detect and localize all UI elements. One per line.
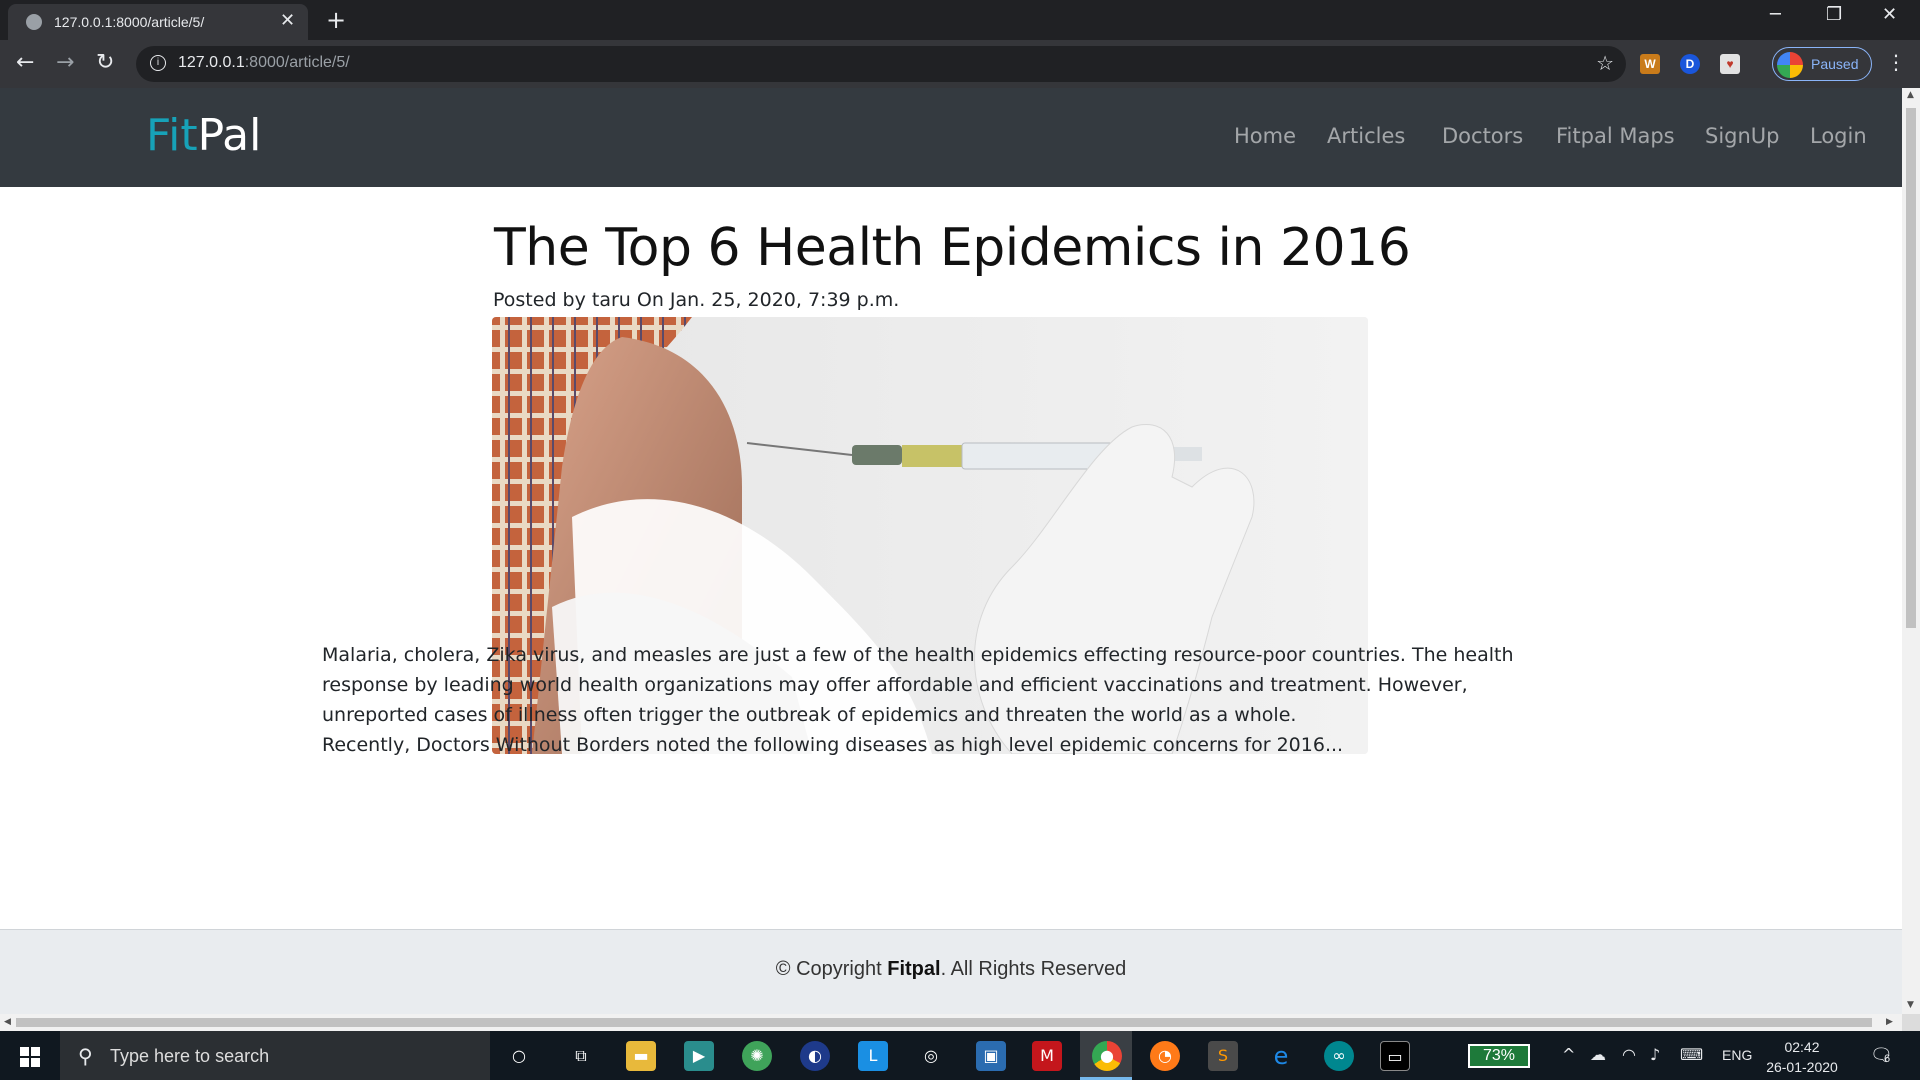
globe-app-icon[interactable]: ◐ <box>800 1041 830 1071</box>
page-viewport: FitPal Home Articles Doctors Fitpal Maps… <box>0 88 1902 1014</box>
horizontal-scroll-thumb[interactable] <box>16 1018 1872 1027</box>
browser-tab[interactable]: 127.0.0.1:8000/article/5/ ✕ <box>8 4 308 40</box>
bookmark-star-icon[interactable]: ☆ <box>1596 51 1614 75</box>
remote-desktop-icon[interactable]: ▣ <box>976 1041 1006 1071</box>
media-player-icon[interactable]: ▶ <box>684 1041 714 1071</box>
scroll-corner <box>1902 1014 1920 1031</box>
clock-time: 02:42 <box>1784 1039 1820 1055</box>
nav-signup[interactable]: SignUp <box>1705 124 1780 148</box>
keyboard-icon[interactable]: ⌨ <box>1680 1045 1703 1064</box>
site-navbar: FitPal Home Articles Doctors Fitpal Maps… <box>0 88 1902 187</box>
clock-date: 26-01-2020 <box>1766 1059 1838 1075</box>
article-title: The Top 6 Health Epidemics in 2016 <box>494 218 1411 278</box>
new-tab-button[interactable]: + <box>326 6 346 34</box>
nav-fitpal-maps[interactable]: Fitpal Maps <box>1556 124 1675 148</box>
sublime-text-icon[interactable]: S <box>1208 1041 1238 1071</box>
extension-w-icon[interactable]: W <box>1640 54 1660 74</box>
menu-kebab-icon[interactable]: ⋮ <box>1886 50 1906 74</box>
chevron-up-icon[interactable]: ^ <box>1562 1045 1575 1064</box>
volume-icon[interactable]: ♪ <box>1650 1045 1660 1064</box>
window-close-icon[interactable]: ✕ <box>1882 4 1897 25</box>
arduino-icon[interactable]: ∞ <box>1324 1041 1354 1071</box>
footer-copyright: © Copyright Fitpal. All Rights Reserved <box>775 958 1127 980</box>
vertical-scrollbar[interactable]: ▲ ▼ <box>1902 88 1920 1014</box>
cortana-icon[interactable]: ○ <box>504 1041 534 1071</box>
profile-status: Paused <box>1811 56 1859 72</box>
task-view-icon[interactable]: ⧉ <box>566 1041 596 1071</box>
onedrive-cloud-icon[interactable]: ☁ <box>1590 1045 1606 1064</box>
address-url: 127.0.0.1:8000/article/5/ <box>178 54 350 71</box>
mcafee-icon[interactable]: M <box>1032 1041 1062 1071</box>
scroll-left-icon[interactable]: ◀ <box>4 1017 11 1027</box>
atom-app-icon[interactable]: ✺ <box>742 1041 772 1071</box>
profile-button[interactable]: Paused <box>1772 47 1872 81</box>
tab-title: 127.0.0.1:8000/article/5/ <box>54 14 205 30</box>
horizontal-scrollbar[interactable]: ◀ ▶ <box>0 1014 1902 1031</box>
extension-pocket-icon[interactable]: ♥ <box>1720 54 1740 74</box>
search-icon: ⚲ <box>78 1044 93 1068</box>
reload-icon[interactable]: ↻ <box>96 50 114 75</box>
windows-start-icon[interactable] <box>20 1047 40 1067</box>
nav-login[interactable]: Login <box>1810 124 1867 148</box>
site-logo[interactable]: FitPal <box>146 110 261 161</box>
scroll-down-icon[interactable]: ▼ <box>1907 1000 1914 1010</box>
search-placeholder: Type here to search <box>110 1046 270 1066</box>
vertical-scroll-thumb[interactable] <box>1906 108 1916 628</box>
l-app-icon[interactable]: L <box>858 1041 888 1071</box>
taskbar-search[interactable]: ⚲ Type here to search <box>60 1031 490 1080</box>
browser-tab-bar: 127.0.0.1:8000/article/5/ ✕ + ─ ❐ ✕ <box>0 0 1920 40</box>
site-footer: © Copyright Fitpal. All Rights Reserved <box>0 929 1902 1014</box>
terminal-icon[interactable]: ▭ <box>1380 1041 1410 1071</box>
wifi-icon[interactable]: ◠ <box>1622 1045 1636 1064</box>
extension-d-icon[interactable]: D <box>1680 54 1700 74</box>
site-info-icon[interactable]: i <box>150 55 166 71</box>
nav-doctors[interactable]: Doctors <box>1442 124 1523 148</box>
avatar <box>1777 52 1803 78</box>
nav-articles[interactable]: Articles <box>1327 124 1405 148</box>
globe-icon <box>26 14 42 30</box>
scroll-right-icon[interactable]: ▶ <box>1886 1017 1893 1027</box>
firefox-icon[interactable]: ◔ <box>1150 1041 1180 1071</box>
notification-count: 6 <box>1884 1053 1891 1065</box>
language-indicator[interactable]: ENG <box>1722 1047 1752 1063</box>
article-paragraph-1: Malaria, cholera, Zika virus, and measle… <box>322 644 1514 726</box>
close-tab-icon[interactable]: ✕ <box>280 10 295 31</box>
back-icon[interactable]: ← <box>16 50 34 75</box>
windows-taskbar: ⚲ Type here to search ○ ⧉ ▬ ▶ ✺ ◐ L ◎ ▣ … <box>0 1031 1920 1080</box>
forward-icon[interactable]: → <box>56 50 74 75</box>
chrome-icon[interactable]: ● <box>1092 1041 1122 1071</box>
groove-icon[interactable]: ◎ <box>916 1041 946 1071</box>
scroll-up-icon[interactable]: ▲ <box>1907 90 1914 100</box>
edge-icon[interactable]: e <box>1266 1041 1296 1071</box>
browser-toolbar: ← → ↻ i 127.0.0.1:8000/article/5/ ☆ W D … <box>0 40 1920 88</box>
article-paragraph-2: Recently, Doctors Without Borders noted … <box>322 734 1344 756</box>
restore-icon[interactable]: ❐ <box>1826 4 1842 25</box>
battery-indicator[interactable]: 73% <box>1468 1044 1530 1068</box>
minimize-icon[interactable]: ─ <box>1770 4 1781 25</box>
address-bar[interactable]: i 127.0.0.1:8000/article/5/ ☆ <box>136 46 1626 82</box>
system-clock[interactable]: 02:42 26-01-2020 <box>1766 1037 1838 1077</box>
article-meta: Posted by taru On Jan. 25, 2020, 7:39 p.… <box>493 289 900 311</box>
file-explorer-icon[interactable]: ▬ <box>626 1041 656 1071</box>
nav-home[interactable]: Home <box>1234 124 1296 148</box>
